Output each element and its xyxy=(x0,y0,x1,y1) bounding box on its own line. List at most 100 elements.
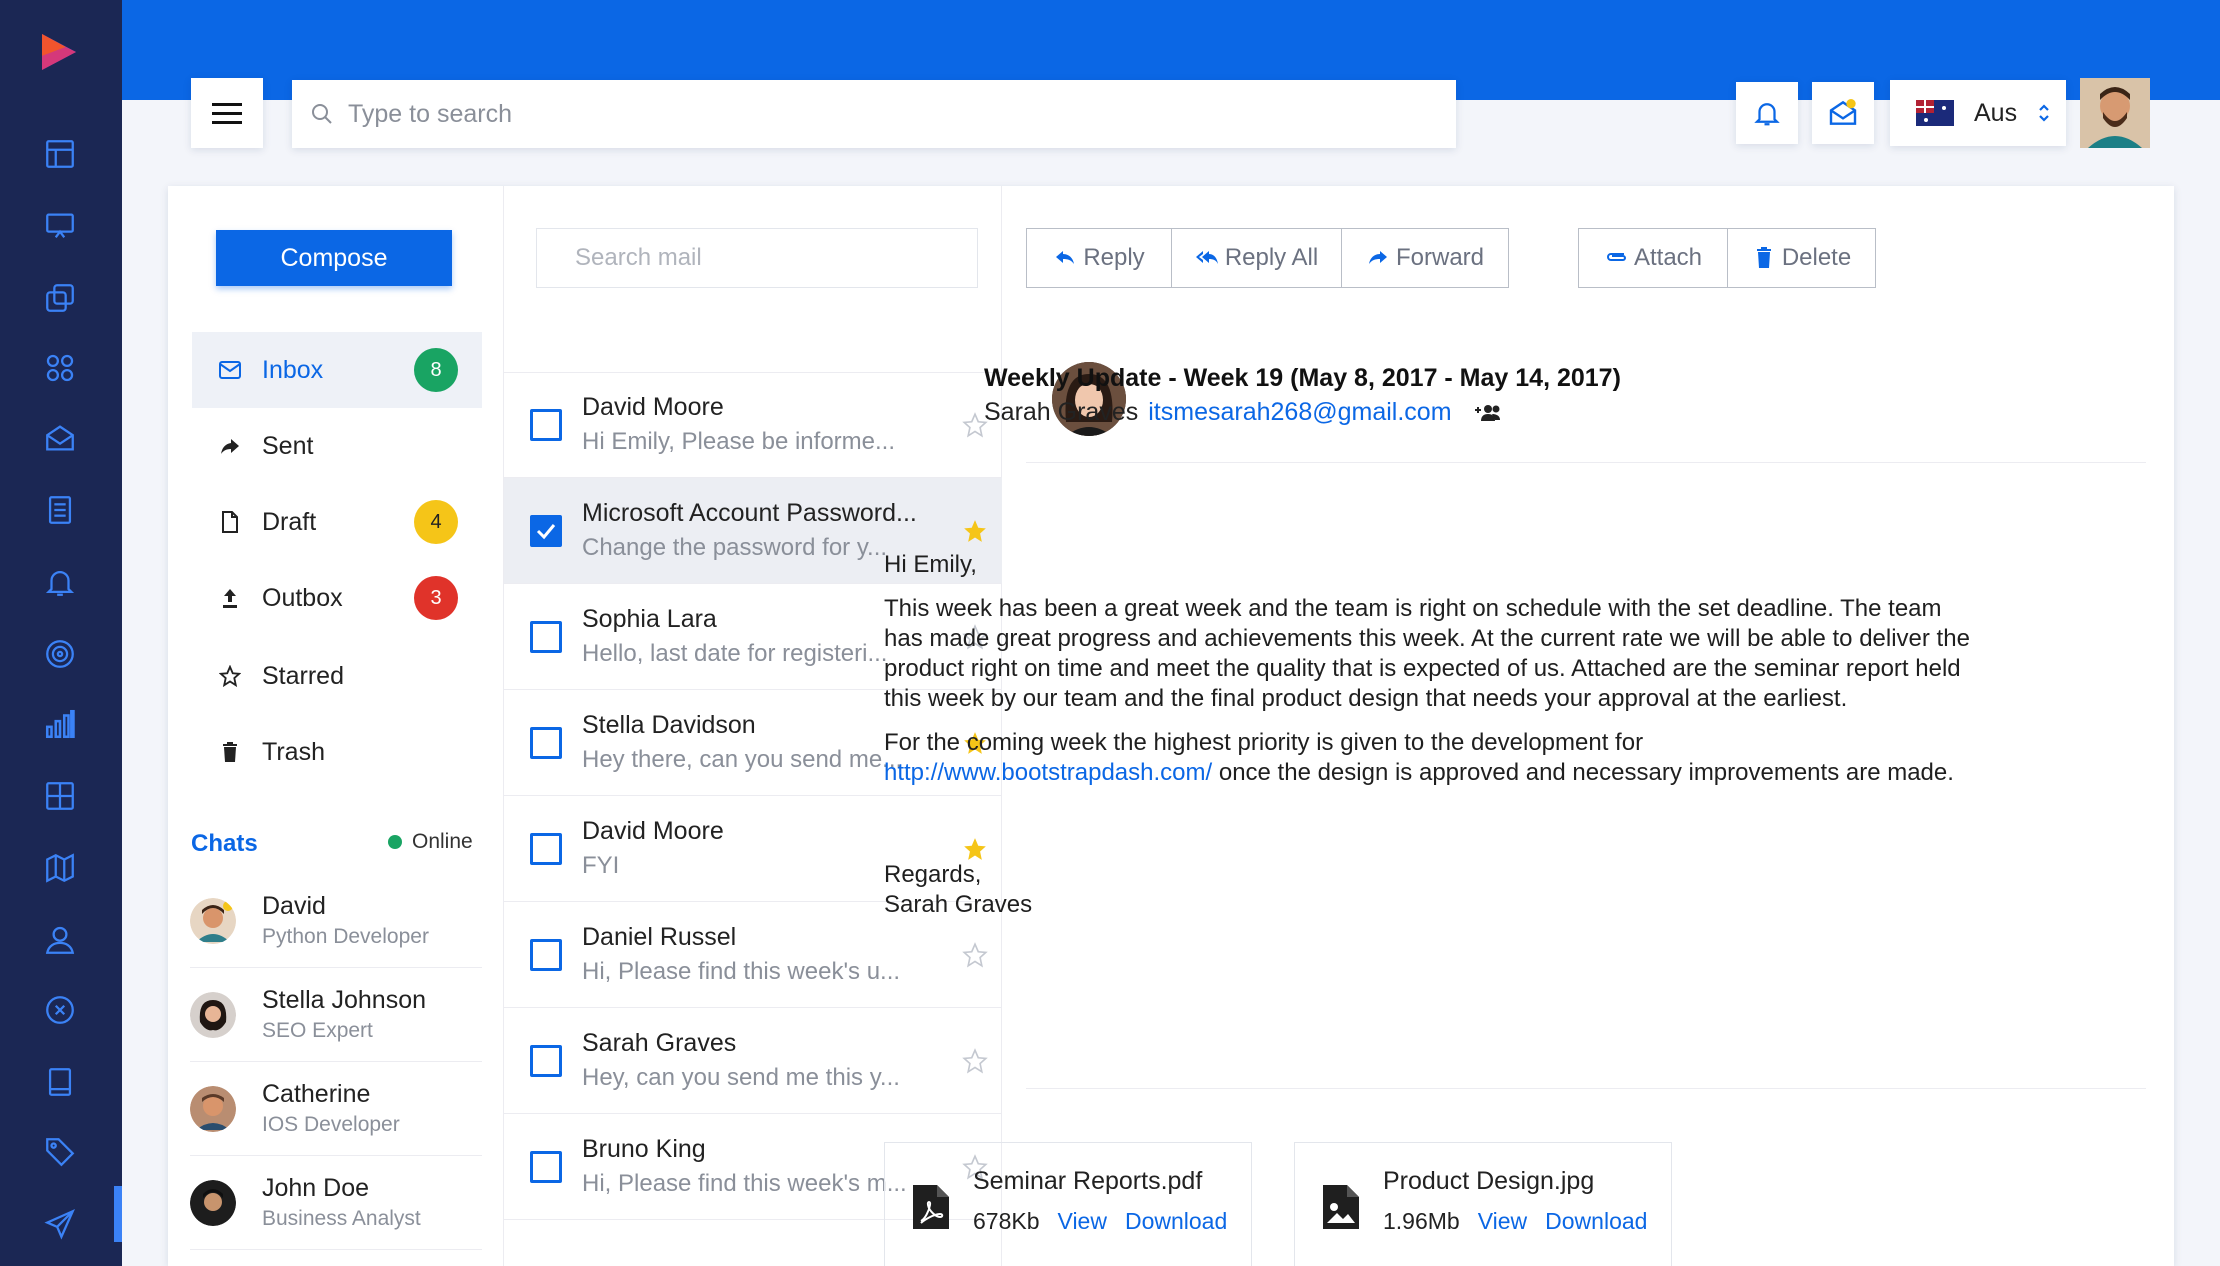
folder-draft[interactable]: Draft 4 xyxy=(192,484,482,560)
trash-icon xyxy=(1756,247,1771,268)
sender-email-link[interactable]: itsmesarah268@gmail.com xyxy=(1148,398,1451,427)
delete-button[interactable]: Delete xyxy=(1728,229,1875,287)
mail-checkbox[interactable] xyxy=(530,514,562,547)
bar-chart-icon[interactable] xyxy=(42,706,78,742)
messages-button[interactable] xyxy=(1812,82,1874,144)
reply-button[interactable]: Reply xyxy=(1027,229,1172,287)
envelope-icon xyxy=(1829,99,1857,125)
attachment-size: 1.96Mb xyxy=(1383,1208,1460,1234)
app-logo[interactable] xyxy=(36,30,80,74)
paragraph: This week has been a great week and the … xyxy=(884,595,1970,712)
view-link[interactable]: View xyxy=(1478,1208,1527,1235)
chat-name: David xyxy=(262,892,326,920)
mail-icon[interactable] xyxy=(42,420,78,456)
chat-avatar xyxy=(190,991,236,1038)
mail-checkbox[interactable] xyxy=(530,1044,562,1077)
mail-checkbox[interactable] xyxy=(530,832,562,865)
chat-item[interactable]: David Python Developer xyxy=(190,874,482,968)
reply-all-icon xyxy=(1195,251,1218,264)
copy-icon[interactable] xyxy=(42,280,78,316)
reply-all-button[interactable]: Reply All xyxy=(1172,229,1342,287)
mail-text: David Moore Hi Emily, Please be informe..… xyxy=(582,393,942,456)
paragraph-text: For the coming week the highest priority… xyxy=(884,729,1644,756)
action-toolbar: Attach Delete xyxy=(1578,228,1876,288)
search-mail-input[interactable] xyxy=(536,228,978,288)
search-input[interactable] xyxy=(348,99,1348,129)
folder-label: Draft xyxy=(262,507,317,536)
greeting: Hi Emily, xyxy=(884,551,977,578)
language-selector[interactable]: Aus xyxy=(1890,80,2066,146)
online-label: Online xyxy=(412,830,473,853)
mail-from: David Moore xyxy=(582,393,724,421)
active-indicator xyxy=(114,1186,122,1242)
apps-icon[interactable] xyxy=(42,350,78,386)
chat-item[interactable]: Catherine IOS Developer xyxy=(190,1062,482,1156)
folder-label: Outbox xyxy=(262,583,343,612)
mail-list-item[interactable]: Sarah Graves Hey, can you send me this y.… xyxy=(504,1008,1002,1114)
check-icon xyxy=(536,523,556,539)
download-link[interactable]: Download xyxy=(1125,1208,1227,1235)
user-avatar[interactable] xyxy=(2080,78,2150,148)
mail-checkbox[interactable] xyxy=(530,938,562,971)
reply-label: Reply xyxy=(1083,244,1145,271)
download-link[interactable]: Download xyxy=(1545,1208,1647,1235)
chat-role: SEO Expert xyxy=(262,1019,373,1042)
view-link[interactable]: View xyxy=(1058,1208,1107,1235)
tablet-icon[interactable] xyxy=(42,1064,78,1100)
add-contact-icon[interactable] xyxy=(1474,402,1504,424)
chat-name: John Doe xyxy=(262,1174,370,1202)
mail-from: Sarah Graves xyxy=(582,1029,737,1057)
bell-icon xyxy=(1754,103,1780,126)
mail-text: Sarah Graves Hey, can you send me this y.… xyxy=(582,1029,942,1092)
bell-icon[interactable] xyxy=(42,564,78,600)
notifications-button[interactable] xyxy=(1736,82,1798,144)
user-icon[interactable] xyxy=(42,922,78,958)
layout-icon[interactable] xyxy=(42,136,78,172)
close-circle-icon[interactable] xyxy=(42,992,78,1028)
bootstrapdash-link[interactable]: http://www.bootstrapdash.com/ xyxy=(884,759,1212,786)
email-sender: Sarah Graves itsmesarah268@gmail.com xyxy=(984,398,1504,427)
chats-heading: Chats xyxy=(191,830,258,857)
document-icon[interactable] xyxy=(42,492,78,528)
folder-starred[interactable]: Starred xyxy=(192,638,482,714)
target-icon[interactable] xyxy=(42,636,78,672)
star-icon[interactable] xyxy=(962,1047,988,1074)
icon-sidebar xyxy=(0,0,122,1266)
email-body: Hi Emily, This week has been a great wee… xyxy=(884,550,1974,934)
chat-item[interactable]: John Doe Business Analyst xyxy=(190,1156,482,1250)
star-icon[interactable] xyxy=(962,518,988,544)
compose-button[interactable]: Compose xyxy=(216,230,452,286)
email-subject: Weekly Update - Week 19 (May 8, 2017 - M… xyxy=(984,364,1621,392)
mail-snippet: Hey, can you send me this y... xyxy=(582,1064,900,1091)
menu-button[interactable] xyxy=(191,78,263,148)
chat-name: Stella Johnson xyxy=(262,986,427,1014)
map-icon[interactable] xyxy=(42,850,78,886)
folder-label: Trash xyxy=(262,737,325,766)
send-icon[interactable] xyxy=(42,1206,78,1242)
file-icon xyxy=(218,511,242,533)
chat-role: Python Developer xyxy=(262,925,429,948)
grid-icon[interactable] xyxy=(42,778,78,814)
mail-checkbox[interactable] xyxy=(530,620,562,653)
mail-checkbox[interactable] xyxy=(530,1150,562,1183)
mail-snippet: Hi, Please find this week's u... xyxy=(582,958,901,985)
mail-list-item[interactable]: David Moore Hi Emily, Please be informe..… xyxy=(504,372,1002,478)
mail-checkbox[interactable] xyxy=(530,408,562,441)
monitor-icon[interactable] xyxy=(42,208,78,244)
chat-role: Business Analyst xyxy=(262,1207,421,1230)
star-icon[interactable] xyxy=(962,941,988,968)
forward-button[interactable]: Forward xyxy=(1342,229,1508,287)
forward-label: Forward xyxy=(1395,244,1485,271)
folder-sent[interactable]: Sent xyxy=(192,408,482,484)
folder-trash[interactable]: Trash xyxy=(192,714,482,790)
reply-icon xyxy=(1056,251,1075,264)
attachment-card: Seminar Reports.pdf 678Kb View Download xyxy=(884,1142,1252,1266)
folder-outbox[interactable]: Outbox 3 xyxy=(192,560,482,636)
mail-checkbox[interactable] xyxy=(530,726,562,759)
regards: Regards, xyxy=(884,861,982,888)
attach-button[interactable]: Attach xyxy=(1579,229,1728,287)
folder-inbox[interactable]: Inbox 8 xyxy=(192,332,482,408)
delete-label: Delete xyxy=(1781,244,1852,271)
tag-icon[interactable] xyxy=(42,1134,78,1170)
chat-item[interactable]: Stella Johnson SEO Expert xyxy=(190,968,482,1062)
